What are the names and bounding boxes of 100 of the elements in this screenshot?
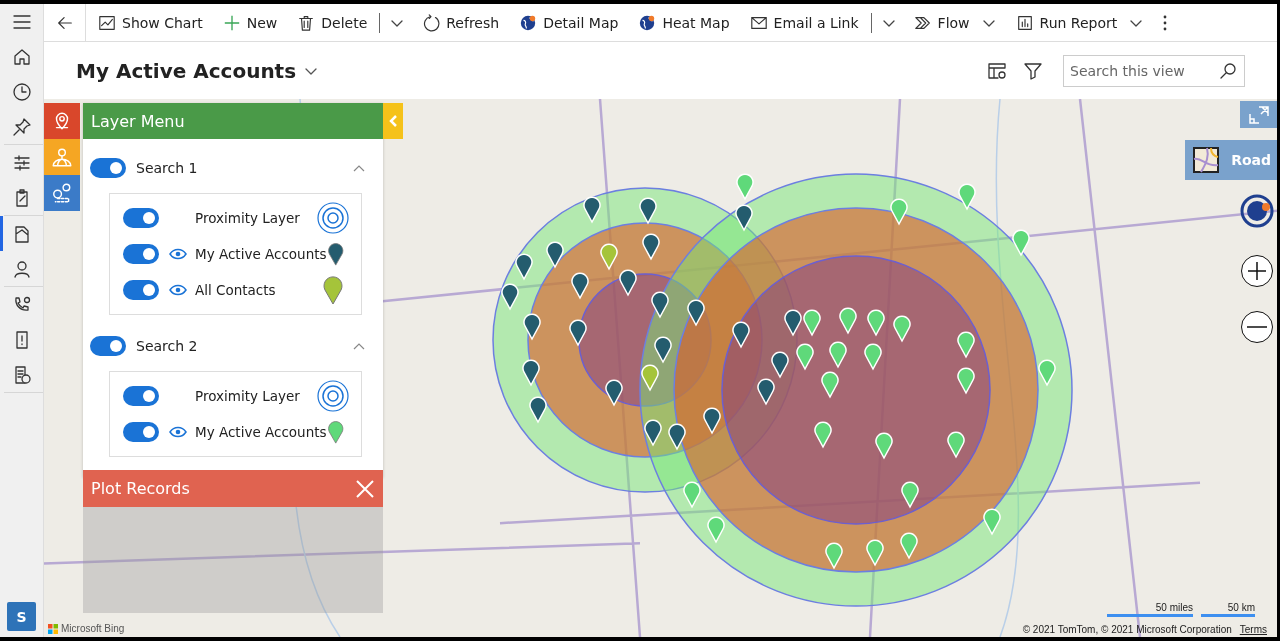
command-button[interactable]: Refresh — [412, 4, 510, 42]
map-pin[interactable] — [651, 291, 669, 318]
map-pin[interactable] — [890, 198, 908, 225]
map-pin[interactable] — [522, 359, 540, 386]
pin-globe-icon — [51, 146, 73, 168]
layer-label: All Contacts — [195, 282, 277, 298]
toggle-switch[interactable] — [123, 422, 159, 442]
map-pin[interactable] — [803, 309, 821, 336]
layer-tool-tab[interactable] — [44, 103, 80, 139]
pin-icon — [11, 116, 32, 137]
concentric-circles-icon — [317, 380, 349, 412]
map-pin[interactable] — [605, 379, 623, 406]
toggle-switch[interactable] — [90, 336, 126, 356]
map-pin[interactable] — [515, 253, 533, 280]
map-pin[interactable] — [732, 321, 750, 348]
chart-icon — [98, 13, 116, 32]
map-pin[interactable] — [654, 336, 672, 363]
map-pin[interactable] — [796, 343, 814, 370]
scale-label: 50 miles — [1155, 602, 1193, 613]
layer-label: My Active Accounts — [195, 246, 327, 262]
command-button[interactable]: Detail Map — [509, 4, 629, 42]
search-icon — [1219, 61, 1237, 80]
close-button[interactable] — [355, 478, 375, 499]
squares-logo-icon — [48, 623, 58, 634]
search-name: Search 1 — [136, 160, 199, 176]
eye-icon — [169, 426, 187, 438]
map-pin[interactable] — [893, 315, 911, 342]
search-field[interactable]: Search this view — [1063, 54, 1245, 87]
filter-icon — [1023, 60, 1043, 81]
map-pin[interactable] — [957, 331, 975, 358]
map-pin[interactable] — [644, 419, 662, 446]
map-pin[interactable] — [546, 241, 564, 268]
layer-label: My Active Accounts — [195, 424, 327, 440]
command-button[interactable]: Show Chart — [88, 4, 213, 42]
close-icon — [355, 478, 375, 499]
map-pin[interactable] — [757, 378, 775, 405]
search-name: Search 2 — [136, 338, 199, 354]
road-map-icon — [1193, 147, 1220, 173]
layer-label: Proximity Layer — [195, 388, 301, 404]
map-pin[interactable] — [571, 272, 589, 299]
user-avatar[interactable]: S — [7, 602, 36, 631]
map-pin[interactable] — [957, 367, 975, 394]
expand-icon — [1247, 104, 1270, 125]
command-button[interactable]: Run Report — [1005, 4, 1154, 42]
grid-gear-icon — [987, 60, 1007, 81]
view-selector[interactable]: My Active Accounts — [76, 58, 319, 83]
toggle-switch[interactable] — [123, 280, 159, 300]
toggle-switch[interactable] — [123, 386, 159, 406]
map-pin[interactable] — [829, 341, 847, 368]
more-icon — [1163, 14, 1168, 31]
map-attribution: © 2021 TomTom, © 2021 Microsoft Corporation — [1022, 624, 1232, 635]
terms-link[interactable]: Terms — [1239, 624, 1267, 635]
concentric-circles-icon — [317, 202, 349, 234]
map-pin[interactable] — [642, 233, 660, 260]
locate-button[interactable] — [1239, 193, 1275, 229]
map-pin[interactable] — [687, 299, 705, 326]
globe-icon — [1239, 193, 1275, 229]
command-button[interactable]: Email a Link — [739, 4, 869, 42]
toggle-switch[interactable] — [123, 208, 159, 228]
clock-icon — [11, 81, 32, 102]
toggle-switch[interactable] — [90, 158, 126, 178]
map-pin[interactable] — [703, 407, 721, 434]
panel-title: Layer Menu — [91, 111, 186, 131]
map-pin[interactable] — [901, 481, 919, 508]
map-pin[interactable] — [821, 371, 839, 398]
map-pin[interactable] — [867, 309, 885, 336]
map-pin[interactable] — [523, 313, 541, 340]
minus-icon — [1247, 326, 1267, 328]
map-pin[interactable] — [639, 197, 657, 224]
map-pin[interactable] — [668, 423, 686, 450]
map-pin[interactable] — [814, 421, 832, 448]
refresh-icon — [422, 13, 441, 32]
globe-icon — [638, 13, 657, 32]
map-pin[interactable] — [875, 432, 893, 459]
chevron-up-icon — [352, 163, 366, 173]
fullscreen-button[interactable] — [1240, 101, 1277, 128]
chevron-left-icon — [388, 114, 398, 128]
command-button[interactable]: New — [212, 4, 288, 42]
map-pin[interactable] — [735, 204, 753, 231]
map-pin[interactable] — [529, 396, 547, 423]
eye-icon — [169, 284, 187, 296]
toggle-switch[interactable] — [123, 244, 159, 264]
map-pin[interactable] — [947, 431, 965, 458]
map-pin[interactable] — [784, 309, 802, 336]
map-pin[interactable] — [501, 283, 519, 310]
chevron-up-icon — [352, 341, 366, 351]
map-pin[interactable] — [864, 343, 882, 370]
command-button[interactable]: Flow — [903, 4, 1006, 42]
eye-icon — [169, 248, 187, 260]
report-icon — [1015, 13, 1034, 32]
map-pin[interactable] — [619, 269, 637, 296]
command-button[interactable]: Heat Map — [628, 4, 740, 42]
map-pin[interactable] — [569, 319, 587, 346]
globe-icon — [519, 13, 538, 32]
command-button[interactable]: Delete — [287, 4, 378, 42]
map-pin[interactable] — [839, 307, 857, 334]
map-pin[interactable] — [583, 196, 601, 223]
layer-tool-tab[interactable] — [44, 175, 80, 211]
plus-icon — [222, 13, 241, 32]
map-pin[interactable] — [771, 351, 789, 378]
